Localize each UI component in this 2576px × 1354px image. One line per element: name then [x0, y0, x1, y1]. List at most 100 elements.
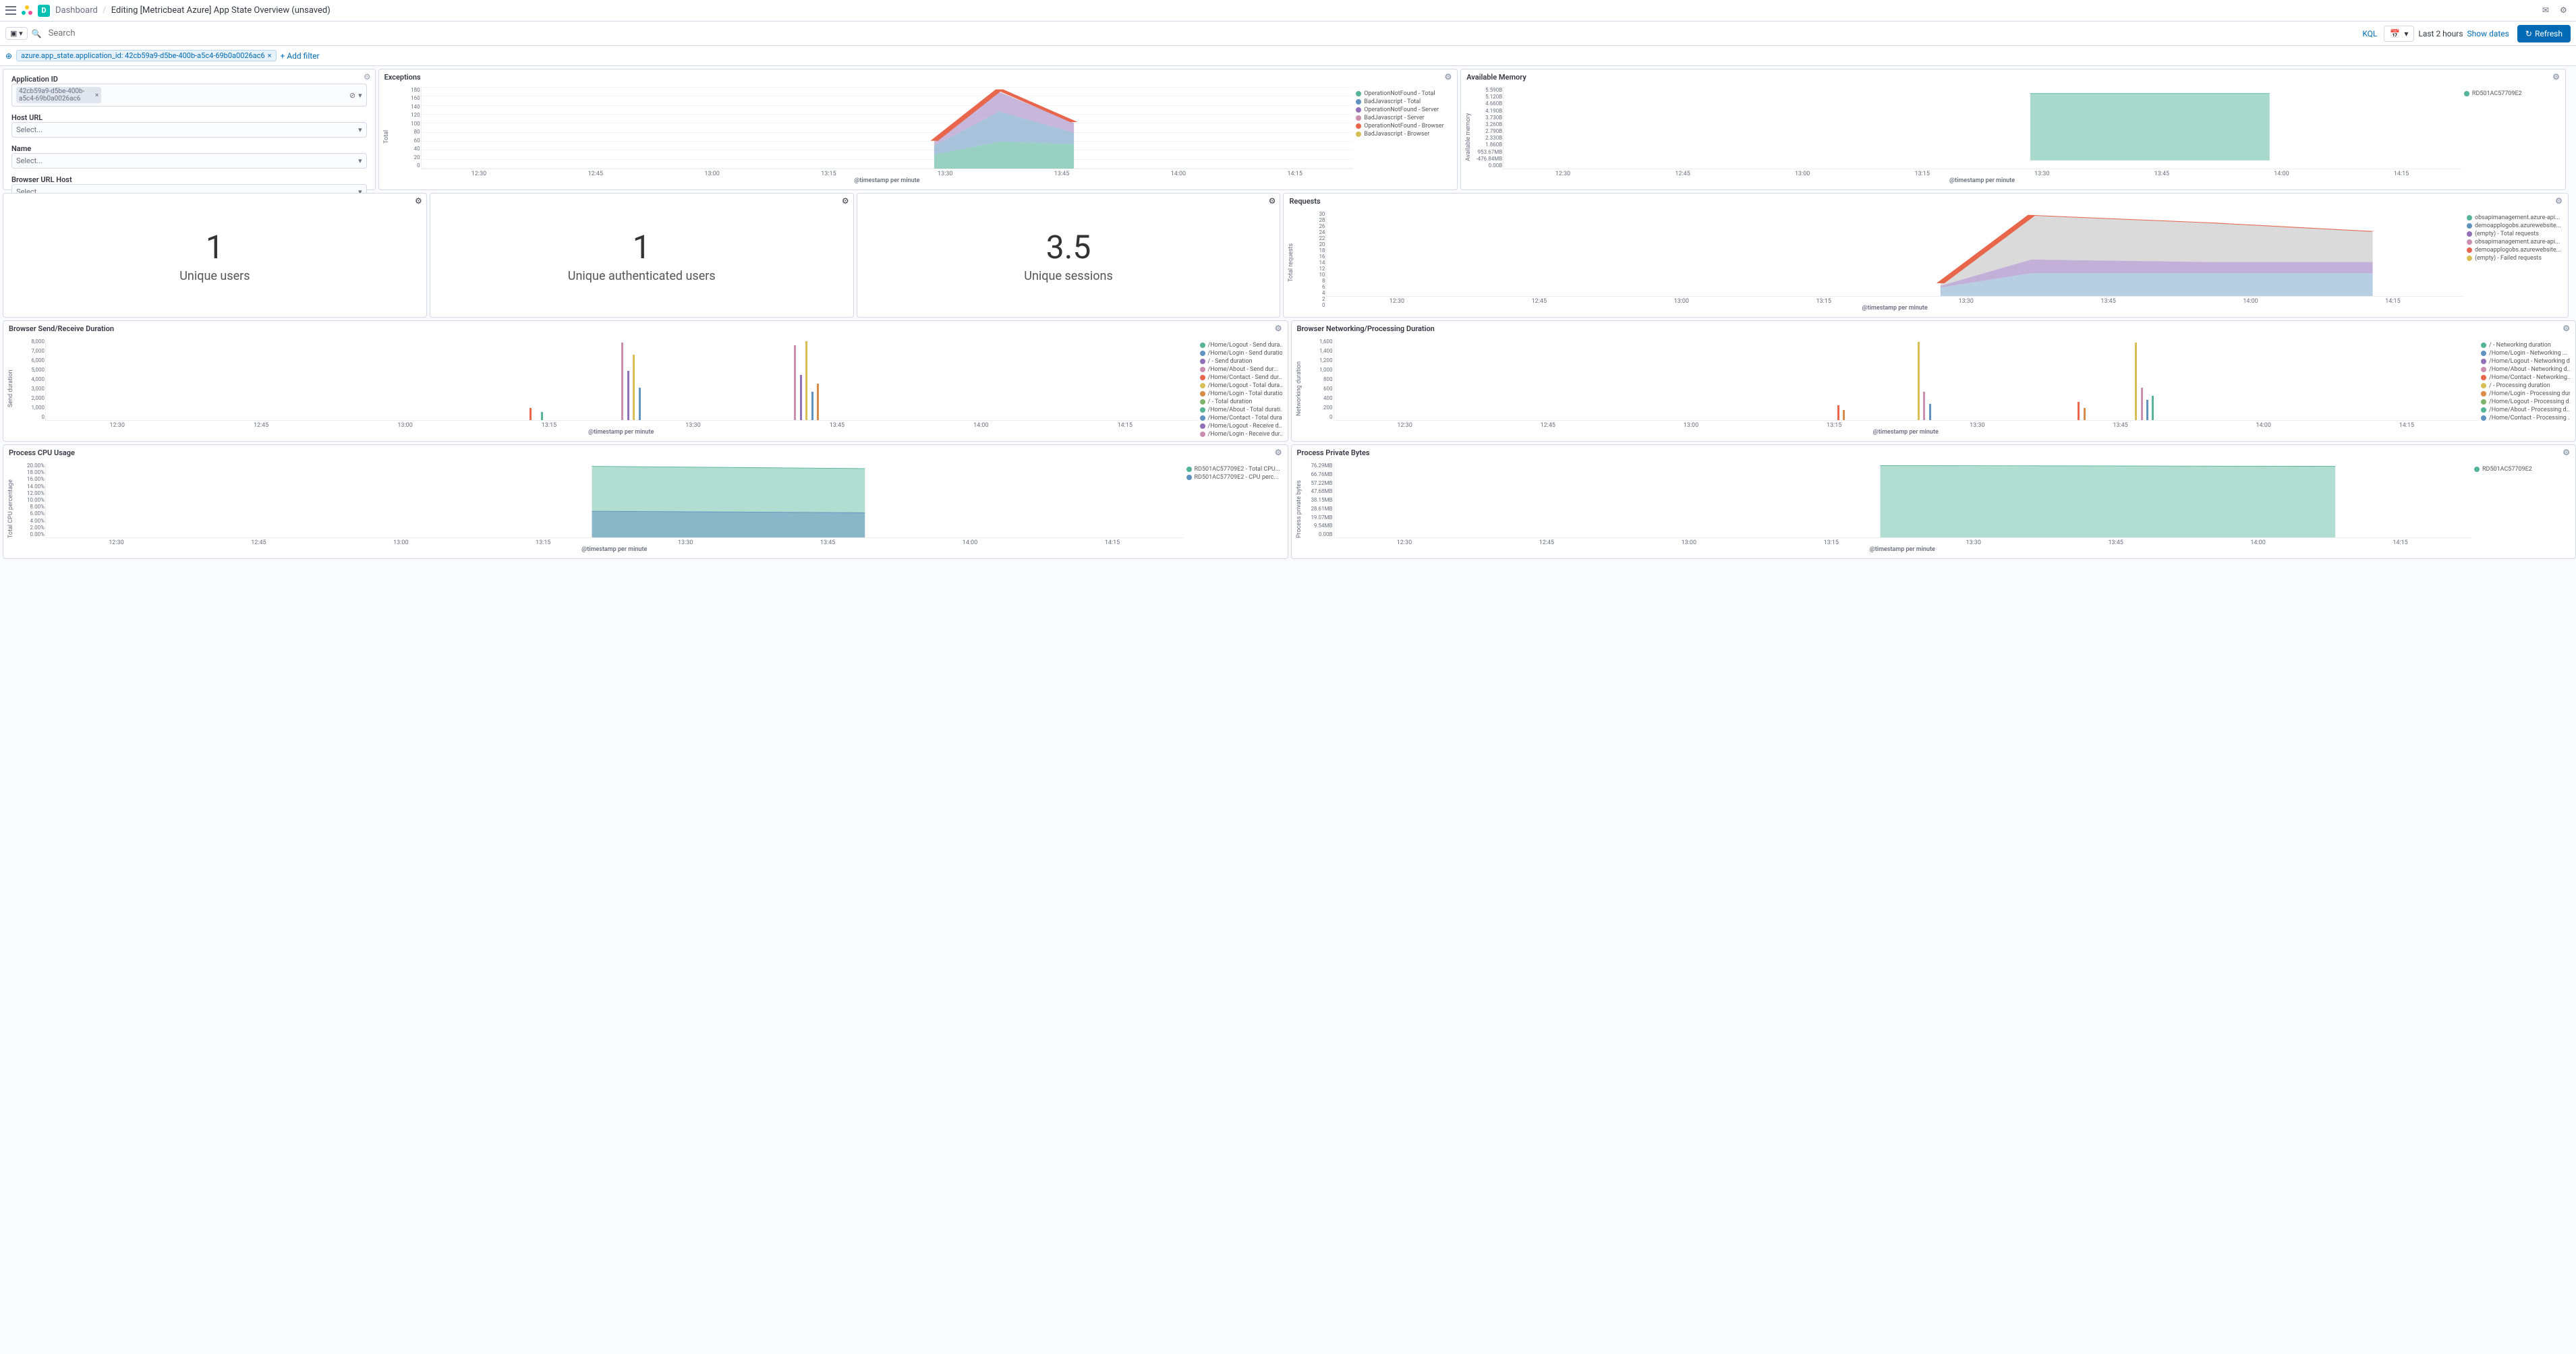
bar[interactable] — [811, 392, 813, 420]
legend-item[interactable]: RD501AC57709E2 — [2464, 90, 2560, 98]
legend-item[interactable]: /Home/Contact - Total dura... — [1200, 414, 1282, 422]
memory-chart[interactable]: 5.590B5.120B4.660B4.190B3.730B3.260B2.79… — [1503, 87, 2461, 169]
bar[interactable] — [1918, 342, 1920, 420]
bar[interactable] — [1923, 392, 1925, 420]
legend-item[interactable]: BadJavascript - Total — [1356, 98, 1452, 106]
legend-item[interactable]: BadJavascript - Server — [1356, 114, 1452, 122]
legend-item[interactable]: (empty) - Failed requests — [2467, 254, 2563, 262]
name-select[interactable]: Select...▾ — [11, 153, 367, 169]
breadcrumb-dashboard[interactable]: Dashboard — [55, 5, 98, 16]
clear-icon[interactable]: ⊘ — [349, 91, 355, 100]
date-picker-button[interactable]: 📅 ▾ — [2384, 26, 2414, 42]
panel-gear-icon[interactable]: ⚙ — [364, 72, 371, 82]
legend-item[interactable]: obsapimanagement.azure-api... — [2467, 214, 2563, 222]
bar[interactable] — [529, 408, 532, 420]
legend-item[interactable]: / - Processing duration — [2481, 382, 2570, 390]
legend-item[interactable]: /Home/Contact - Networking... — [2481, 374, 2570, 382]
newsfeed-icon[interactable]: ✉ — [2542, 5, 2553, 16]
requests-chart[interactable]: 302826242220181614121086420 — [1325, 211, 2464, 297]
bar[interactable] — [2084, 408, 2086, 420]
legend-item[interactable]: /Home/About - Total durati... — [1200, 406, 1282, 414]
panel-gear-icon[interactable]: ⚙ — [2563, 448, 2570, 457]
legend-item[interactable]: / - Networking duration — [2481, 341, 2570, 349]
add-filter-button[interactable]: + Add filter — [281, 51, 320, 61]
browser-net-chart[interactable]: 1,6001,4001,2001,0008006004002000 — [1334, 338, 2479, 421]
legend-item[interactable]: /Home/About - Processing d... — [2481, 406, 2570, 414]
bar[interactable] — [800, 375, 802, 420]
legend-item[interactable]: /Home/Login - Processing dur... — [2481, 390, 2570, 398]
private-bytes-chart[interactable]: 76.29MB66.76MB57.22MB47.68MB38.15MB28.61… — [1334, 463, 2472, 538]
bar[interactable] — [2141, 388, 2143, 420]
legend-item[interactable]: /Home/Logout - Total dura... — [1200, 382, 1282, 390]
exceptions-chart[interactable]: 180160140120100806040200 — [421, 87, 1354, 169]
bar[interactable] — [627, 371, 629, 420]
bar[interactable] — [794, 345, 796, 420]
panel-gear-icon[interactable]: ⚙ — [2555, 196, 2563, 206]
bar[interactable] — [1929, 404, 1931, 420]
legend-item[interactable]: /Home/Contact - Send dur... — [1200, 374, 1282, 382]
application-id-select[interactable]: 42cb59a9-d5be-400b-a5c4-69b0a0026ac6× ⊘▾ — [11, 84, 367, 107]
bar[interactable] — [2135, 343, 2137, 420]
panel-gear-icon[interactable]: ⚙ — [2563, 324, 2570, 333]
app-badge-icon[interactable]: D — [38, 5, 50, 17]
bar[interactable] — [2146, 400, 2148, 420]
legend-item[interactable]: /Home/Logout - Processing d... — [2481, 398, 2570, 406]
bar[interactable] — [1837, 405, 1839, 420]
panel-gear-icon[interactable]: ⚙ — [2552, 72, 2560, 82]
bar[interactable] — [639, 388, 641, 420]
panel-gear-icon[interactable]: ⚙ — [415, 196, 422, 206]
legend-item[interactable]: / - Send duration — [1200, 357, 1282, 365]
bar[interactable] — [805, 341, 807, 420]
kql-toggle[interactable]: KQL — [2362, 29, 2377, 38]
bar[interactable] — [541, 412, 543, 420]
panel-gear-icon[interactable]: ⚙ — [1275, 448, 1282, 457]
legend-item[interactable]: /Home/About - Send dur... — [1200, 365, 1282, 374]
bar[interactable] — [1843, 410, 1845, 420]
settings-gear-icon[interactable]: ⚙ — [2560, 5, 2571, 16]
legend-item[interactable]: /Home/Logout - Networking d... — [2481, 357, 2570, 365]
bar[interactable] — [2152, 396, 2154, 420]
legend-item[interactable]: / - Total duration — [1200, 398, 1282, 406]
legend-item[interactable]: RD501AC57709E2 — [2474, 465, 2570, 473]
host-url-select[interactable]: Select...▾ — [11, 122, 367, 138]
panel-gear-icon[interactable]: ⚙ — [842, 196, 849, 206]
bar[interactable] — [621, 343, 623, 420]
legend-item[interactable]: OperationNotFound - Total — [1356, 90, 1452, 98]
tag-remove-icon[interactable]: × — [95, 92, 98, 99]
legend-item[interactable]: (empty) - Total requests — [2467, 230, 2563, 238]
legend-item[interactable]: /Home/Login - Receive dur... — [1200, 430, 1282, 438]
panel-gear-icon[interactable]: ⚙ — [1269, 196, 1276, 206]
legend-item[interactable]: obsapimanagement.azure-api... — [2467, 238, 2563, 246]
legend-item[interactable]: /Home/Contact - Processing ... — [2481, 414, 2570, 422]
legend-item[interactable]: /Home/Logout - Receive d... — [1200, 422, 1282, 430]
date-range-label[interactable]: Last 2 hours — [2418, 29, 2463, 38]
bar[interactable] — [633, 355, 635, 420]
legend-item[interactable]: /Home/Login - Networking ... — [2481, 349, 2570, 357]
change-all-filters-icon[interactable]: ⊕ — [5, 51, 12, 61]
search-input[interactable] — [46, 26, 2359, 41]
private-bytes-panel: Process Private Bytes⚙ Process private b… — [1291, 444, 2576, 559]
bar[interactable] — [817, 384, 819, 420]
refresh-button[interactable]: ↻ Refresh — [2517, 25, 2571, 42]
legend-item[interactable]: demoapplogobs.azurewebsite... — [2467, 222, 2563, 230]
filter-toggle-button[interactable]: ▣ ▾ — [5, 27, 28, 40]
legend-item[interactable]: RD501AC57709E2 - CPU perc... — [1186, 473, 1282, 481]
show-dates-link[interactable]: Show dates — [2467, 29, 2509, 38]
legend-item[interactable]: RD501AC57709E2 - Total CPU... — [1186, 465, 1282, 473]
panel-gear-icon[interactable]: ⚙ — [1444, 72, 1452, 82]
legend-item[interactable]: demoapplogobs.azurewebsite... — [2467, 246, 2563, 254]
legend-item[interactable]: /Home/Login - Send duration — [1200, 349, 1282, 357]
legend-item[interactable]: /Home/About - Networking d... — [2481, 365, 2570, 374]
legend-item[interactable]: BadJavascript - Browser — [1356, 130, 1452, 138]
legend-item[interactable]: /Home/Logout - Send dura... — [1200, 341, 1282, 349]
legend-item[interactable]: OperationNotFound - Browser — [1356, 122, 1452, 130]
remove-filter-icon[interactable]: × — [268, 51, 272, 60]
nav-menu-icon[interactable] — [5, 5, 16, 16]
legend-item[interactable]: OperationNotFound - Server — [1356, 106, 1452, 114]
legend-item[interactable]: /Home/Login - Total duration — [1200, 390, 1282, 398]
browser-send-chart[interactable]: 8,0007,0006,0005,0004,0003,0002,0001,000… — [45, 338, 1197, 421]
panel-gear-icon[interactable]: ⚙ — [1275, 324, 1282, 333]
bar[interactable] — [2078, 402, 2080, 420]
filter-pill[interactable]: azure.app_state.application_id: 42cb59a9… — [16, 50, 276, 61]
cpu-chart[interactable]: 20.00%18.00%16.00%14.00%12.00%10.00%8.00… — [45, 463, 1184, 538]
